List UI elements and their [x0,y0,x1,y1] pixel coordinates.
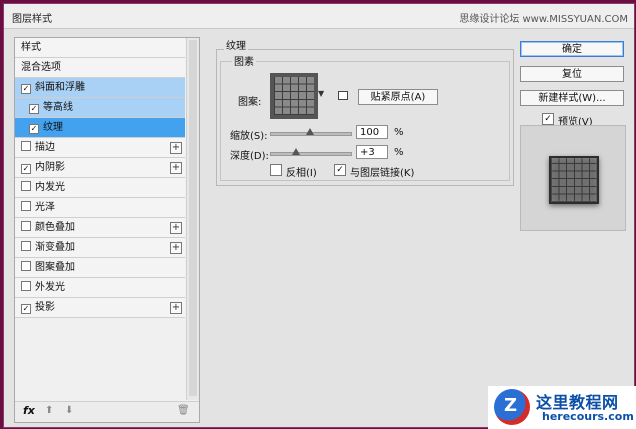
style-item-1[interactable]: 混合选项 [15,58,185,78]
style-item-label: 斜面和浮雕 [35,82,85,93]
trash-icon[interactable]: 🗑 [177,405,190,416]
style-item-12[interactable]: 外发光 [15,278,185,298]
depth-label: 深度(D): [230,151,269,162]
texture-settings: 纹理 图素 图案: ▼ 贴紧原点(A) 缩放(S): 100 % 深度(D): … [208,37,514,187]
style-item-checkbox[interactable] [21,241,31,251]
style-item-label: 图案叠加 [35,262,75,273]
title-bar: 图层样式 思缘设计论坛 www.MISSYUAN.COM [4,4,634,29]
style-item-label: 颜色叠加 [35,222,75,233]
layer-style-dialog: 图层样式 思缘设计论坛 www.MISSYUAN.COM 样式混合选项 ✓ 斜面和浮… [3,3,635,428]
site-logo: Z 这里教程网 herecours.com [488,386,636,429]
style-item-checkbox[interactable] [21,221,31,231]
style-item-checkbox[interactable]: ✓ [29,124,39,134]
style-item-label: 投影 [35,302,55,313]
style-item-checkbox[interactable] [21,181,31,191]
add-effect-icon[interactable]: + [170,242,182,254]
style-item-9[interactable]: 颜色叠加 + [15,218,185,238]
style-item-checkbox[interactable]: ✓ [21,164,31,174]
styles-footer: fx ⬆ ⬇ 🗑 [15,401,199,422]
style-item-8[interactable]: 光泽 [15,198,185,218]
move-down-icon[interactable]: ⬇ [65,405,73,416]
style-item-11[interactable]: 图案叠加 [15,258,185,278]
snap-to-origin-button[interactable]: 贴紧原点(A) [358,89,438,105]
style-item-checkbox[interactable] [21,281,31,291]
style-item-label: 内阴影 [35,162,65,173]
depth-input[interactable]: +3 [356,145,388,159]
style-item-label: 光泽 [35,202,55,213]
style-item-label: 等高线 [43,102,73,113]
add-effect-icon[interactable]: + [170,222,182,234]
preview-checkbox[interactable]: ✓ [542,113,554,125]
style-item-13[interactable]: ✓ 投影 + [15,298,185,318]
style-item-label: 样式 [21,42,41,53]
scale-slider-thumb[interactable] [306,128,314,135]
scrollbar-thumb[interactable] [189,40,197,396]
style-item-checkbox[interactable]: ✓ [21,84,31,94]
style-item-10[interactable]: 渐变叠加 + [15,238,185,258]
watermark-text: 思缘设计论坛 www.MISSYUAN.COM [459,14,628,25]
style-item-label: 外发光 [35,282,65,293]
style-item-label: 渐变叠加 [35,242,75,253]
styles-scrollbar[interactable] [186,38,199,400]
style-item-2[interactable]: ✓ 斜面和浮雕 [15,78,185,98]
logo-mark-letter: Z [504,395,518,416]
new-preset-icon[interactable] [338,91,348,100]
pattern-label: 图案: [238,97,262,108]
style-item-4[interactable]: ✓ 纹理 [15,118,185,138]
style-item-7[interactable]: 内发光 [15,178,185,198]
style-item-0[interactable]: 样式 [15,38,185,58]
depth-unit: % [394,147,404,158]
add-effect-icon[interactable]: + [170,302,182,314]
pattern-swatch[interactable] [270,73,318,119]
texture-group-title: 纹理 [224,37,248,52]
style-item-label: 内发光 [35,182,65,193]
style-item-3[interactable]: ✓ 等高线 [15,98,185,118]
move-up-icon[interactable]: ⬆ [45,405,53,416]
invert-label: 反相(I) [286,168,317,179]
reset-button[interactable]: 复位 [520,66,624,82]
link-with-layer-checkbox[interactable]: ✓ [334,164,346,176]
logo-english-text: herecours.com [542,410,634,423]
elements-group-title: 图素 [232,53,256,68]
style-item-6[interactable]: ✓ 内阴影 + [15,158,185,178]
style-item-checkbox[interactable]: ✓ [21,304,31,314]
link-with-layer-label: 与图层链接(K) [350,168,415,179]
new-style-button[interactable]: 新建样式(W)... [520,90,624,106]
fx-button[interactable]: fx [23,404,35,417]
style-item-checkbox[interactable] [21,141,31,151]
depth-slider-track[interactable] [270,152,352,156]
invert-checkbox[interactable] [270,164,282,176]
pattern-thumbnail [274,77,314,115]
scale-unit: % [394,127,404,138]
pattern-dropdown-icon[interactable]: ▼ [318,89,324,98]
depth-slider-thumb[interactable] [292,148,301,155]
styles-list: 样式 混合选项 ✓ 斜面和浮雕 ✓ 等高线 ✓ 纹理 描边 + ✓ 内阴影 + 内发光 光泽 颜色叠加 + 渐变叠… [15,38,185,318]
style-item-checkbox[interactable]: ✓ [29,104,39,114]
preview-tile [549,156,599,204]
style-preview [520,125,626,231]
add-effect-icon[interactable]: + [170,142,182,154]
style-item-5[interactable]: 描边 + [15,138,185,158]
add-effect-icon[interactable]: + [170,162,182,174]
style-item-label: 纹理 [43,122,63,133]
style-item-label: 描边 [35,142,55,153]
style-item-checkbox[interactable] [21,261,31,271]
ok-button[interactable]: 确定 [520,41,624,57]
scale-label: 缩放(S): [230,131,268,142]
style-item-checkbox[interactable] [21,201,31,211]
dialog-title: 图层样式 [12,14,52,25]
styles-list-panel: 样式 混合选项 ✓ 斜面和浮雕 ✓ 等高线 ✓ 纹理 描边 + ✓ 内阴影 + 内发光 光泽 颜色叠加 + 渐变叠… [14,37,200,423]
style-item-label: 混合选项 [21,62,61,73]
elements-group-frame [220,61,510,181]
scale-input[interactable]: 100 [356,125,388,139]
